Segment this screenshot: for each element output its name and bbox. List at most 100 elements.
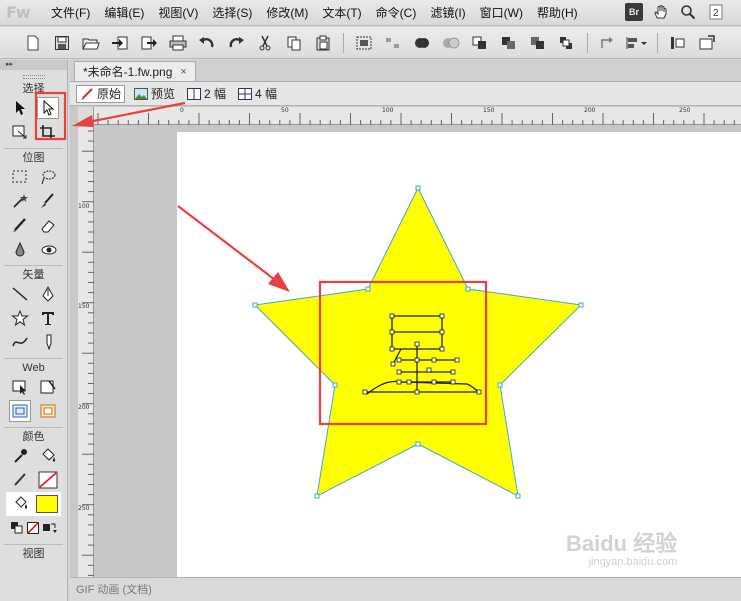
section-web-label: Web [22,362,45,374]
ruler-h-label: 200 [584,107,596,114]
default-colors-icon[interactable] [10,517,24,539]
lasso-tool-icon[interactable] [37,166,59,188]
close-icon[interactable]: × [180,66,186,78]
tools-collapse-bar[interactable]: ▸▸ [0,60,67,70]
view-mode-bar: 原始 预览 2 幅 4 幅 [70,82,741,106]
menu-edit[interactable]: 编辑(E) [97,1,151,25]
horizontal-ruler[interactable]: 0 50 100 150 200 250 [94,107,741,125]
distribute-icon[interactable] [665,32,691,54]
redo-icon[interactable] [223,32,249,54]
fill-color-swatch[interactable] [35,495,58,513]
app-logo: Fw [6,3,31,22]
bridge-button[interactable]: Br [625,3,643,21]
join-icon[interactable] [409,32,435,54]
zoom-level-box[interactable]: 2 [705,2,727,22]
cut-icon[interactable] [252,32,278,54]
zoom-icon[interactable] [677,2,699,22]
view-2up-button[interactable]: 2 幅 [184,85,229,103]
slice-tool-icon[interactable] [37,376,59,398]
bring-front-icon[interactable] [467,32,493,54]
panel-grip[interactable] [22,75,45,79]
canvas-artwork [252,185,584,499]
section-colors-label: 颜色 [22,431,45,443]
export-icon[interactable] [136,32,162,54]
no-color-icon[interactable] [26,517,40,539]
hand-icon[interactable] [649,2,671,22]
group-icon[interactable] [351,32,377,54]
undo-icon[interactable] [194,32,220,54]
show-slices-icon[interactable] [8,400,31,422]
print-icon[interactable] [165,32,191,54]
eyedropper-tool-icon[interactable] [9,445,31,467]
line-tool-icon[interactable] [9,283,31,305]
split-icon[interactable] [438,32,464,54]
section-divider [4,148,63,149]
import-icon[interactable] [107,32,133,54]
document-tab[interactable]: *未命名-1.fw.png × [74,61,196,81]
text-tool-icon[interactable] [37,307,59,329]
rotate-icon[interactable] [595,32,621,54]
scale-tool-icon[interactable] [9,121,31,143]
menu-commands[interactable]: 命令(C) [369,1,424,25]
menu-text[interactable]: 文本(T) [315,1,368,25]
tool-row [0,96,67,120]
pointer-tool-icon[interactable] [9,97,31,119]
pen-tool-icon[interactable] [37,283,59,305]
blur-tool-icon[interactable] [9,238,31,260]
tool-row [0,399,67,423]
stroke-color-swatch[interactable] [37,469,59,491]
view-4up-button[interactable]: 4 幅 [235,85,280,103]
crop-tool-icon[interactable] [37,121,59,143]
menu-filters[interactable]: 滤镜(I) [423,1,472,25]
view-2up-label: 2 幅 [204,87,227,101]
pencil-icon [81,87,93,100]
subselection-tool-icon[interactable] [36,97,59,119]
menu-help[interactable]: 帮助(H) [530,1,585,25]
star-shape-tool-icon[interactable] [9,307,31,329]
ruler-v-label: 100 [78,203,90,210]
menu-modify[interactable]: 修改(M) [259,1,315,25]
main-toolbar [0,27,741,59]
view-preview-button[interactable]: 预览 [131,85,178,103]
knife-tool-icon[interactable] [37,331,59,353]
vertical-ruler[interactable]: 100 150 200 250 [78,125,94,583]
freeform-tool-icon[interactable] [9,331,31,353]
canvas[interactable] [177,132,741,577]
send-backward-icon[interactable] [525,32,551,54]
ruler-h-label: 150 [483,107,495,114]
section-divider [4,265,63,266]
section-divider [4,544,63,545]
marquee-tool-icon[interactable] [9,166,31,188]
ruler-h-label: 50 [281,107,289,114]
align-icon[interactable] [624,32,650,54]
ruler-v-label: 250 [78,505,90,512]
open-icon[interactable] [78,32,104,54]
watermark-logo: Baidu 经验 [566,531,678,556]
view-original-button[interactable]: 原始 [76,84,126,103]
section-vector-label: 矢量 [22,269,45,281]
menu-window[interactable]: 窗口(W) [473,1,530,25]
paste-icon[interactable] [310,32,336,54]
copy-icon[interactable] [281,32,307,54]
ungroup-icon[interactable] [380,32,406,54]
save-icon[interactable] [49,32,75,54]
brush-tool-icon[interactable] [37,190,59,212]
send-back-icon[interactable] [554,32,580,54]
menu-select[interactable]: 选择(S) [205,1,259,25]
document-tab-title: *未命名-1.fw.png [83,65,173,79]
swap-colors-icon[interactable] [42,517,58,539]
paint-bucket-tool-icon[interactable] [37,445,59,467]
new-icon[interactable] [20,32,46,54]
preview-icon [134,87,149,100]
magic-wand-tool-icon[interactable] [9,190,31,212]
bring-forward-icon[interactable] [496,32,522,54]
pencil-tool-icon[interactable] [9,214,31,236]
menu-view[interactable]: 视图(V) [151,1,205,25]
eraser-tool-icon[interactable] [37,214,59,236]
hotspot-tool-icon[interactable] [9,376,31,398]
red-eye-tool-icon[interactable] [37,238,59,260]
hide-slices-icon[interactable] [37,400,59,422]
document-tabs: *未命名-1.fw.png × [70,60,741,82]
menu-file[interactable]: 文件(F) [44,1,97,25]
flip-icon[interactable] [694,32,720,54]
